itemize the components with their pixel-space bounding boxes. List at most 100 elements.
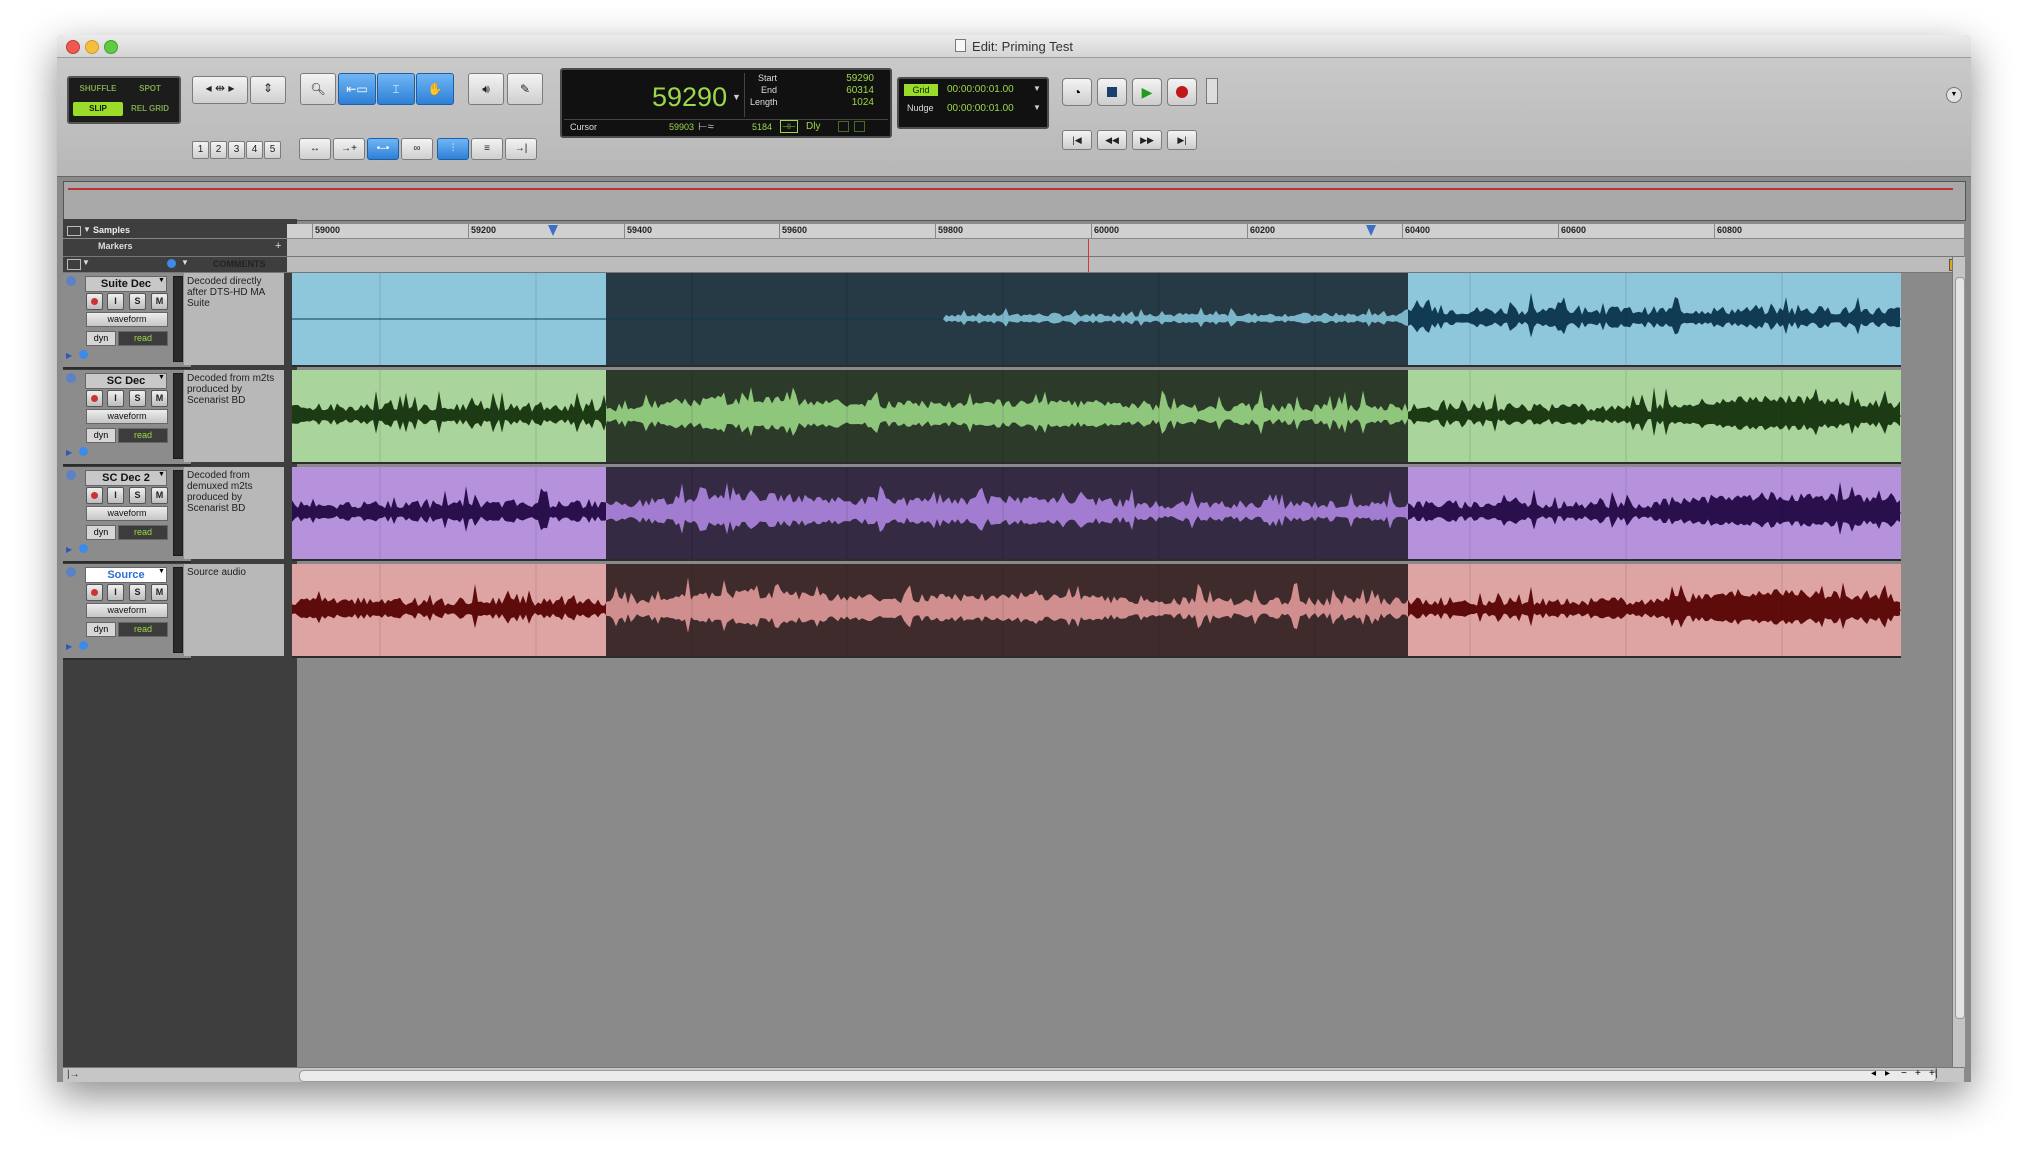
toolbar-menu-button[interactable]: ▼	[1946, 87, 1962, 103]
shuffle-mode[interactable]: SHUFFLE	[73, 82, 123, 96]
dly-label[interactable]: Dly	[806, 121, 820, 132]
nudge-dropdown-icon[interactable]: ▼	[1033, 103, 1041, 112]
scroll-options-button[interactable]: →|	[505, 138, 537, 160]
grid-dropdown-icon[interactable]: ▼	[1033, 84, 1041, 93]
scroll-left-icon[interactable]: ◂	[1871, 1068, 1876, 1079]
selection-marker-icon[interactable]	[1366, 225, 1376, 236]
input-monitor-button[interactable]: I	[107, 390, 124, 407]
horizontal-scrollbar[interactable]: |→ − + ◂ ▸ +|	[63, 1067, 1964, 1082]
go-to-end-button[interactable]: ▶|	[1167, 130, 1197, 150]
track-list-menu-icon[interactable]	[67, 259, 81, 270]
mirror-midi-button[interactable]: ⫶	[437, 138, 469, 160]
markers-ruler[interactable]: Markers +	[63, 239, 1964, 257]
trim-tool[interactable]: ⇤▭	[338, 73, 376, 105]
track-name[interactable]: Suite Dec	[85, 276, 167, 292]
mute-button[interactable]: M	[151, 487, 168, 504]
zoom-out-icon[interactable]: −	[1901, 1068, 1907, 1079]
track-name-dropdown-icon[interactable]: ▼	[158, 568, 165, 575]
scroll-left-edge-icon[interactable]: |→	[67, 1069, 80, 1080]
selector-tool[interactable]: ⌶	[377, 73, 415, 105]
slip-mode[interactable]: SLIP	[73, 102, 123, 116]
track-playlist[interactable]	[292, 273, 1901, 367]
track-comment[interactable]: Decoded directly after DTS-HD MA Suite	[184, 273, 284, 365]
track-expand-icon[interactable]: ▶	[66, 448, 72, 457]
universe-view[interactable]	[63, 181, 1966, 221]
track-playlist[interactable]	[292, 370, 1901, 464]
zoom-preset-1[interactable]: 1	[192, 141, 209, 159]
link-timeline-button[interactable]: →+	[333, 138, 365, 160]
mute-button[interactable]: M	[151, 293, 168, 310]
pencil-tool[interactable]: ✎	[507, 73, 543, 105]
zoomer-tool[interactable]: 🔍︎	[300, 73, 336, 105]
scroll-end-icon[interactable]: +|	[1929, 1068, 1937, 1079]
timebase-icon[interactable]	[79, 641, 88, 650]
solo-button[interactable]: S	[129, 584, 146, 601]
fast-forward-button[interactable]: ▶▶	[1132, 130, 1162, 150]
track-collapse-icon[interactable]	[66, 567, 76, 577]
track-view-select[interactable]: waveform	[86, 506, 168, 521]
track-collapse-icon[interactable]	[66, 373, 76, 383]
mute-button[interactable]: M	[151, 390, 168, 407]
add-marker-icon[interactable]: +	[275, 240, 281, 252]
solo-button[interactable]: S	[129, 487, 146, 504]
track-name-dropdown-icon[interactable]: ▼	[158, 277, 165, 284]
counter-dropdown-icon[interactable]: ▼	[732, 92, 741, 102]
start-value[interactable]: 59290	[806, 73, 874, 84]
dyn-button[interactable]: dyn	[86, 428, 116, 443]
transport-expand-toggle[interactable]	[1206, 78, 1218, 104]
track-name[interactable]: SC Dec 2	[85, 470, 167, 486]
nudge-value[interactable]: 00:00:00:01.00	[947, 103, 1014, 114]
zoom-preset-3[interactable]: 3	[228, 141, 245, 159]
tab-to-transients-button[interactable]: ↔	[299, 138, 331, 160]
track-expand-icon[interactable]: ▶	[66, 642, 72, 651]
timebase-icon[interactable]	[79, 350, 88, 359]
ruler-disclosure-icon[interactable]: ▼	[83, 225, 91, 234]
track-view-select[interactable]: waveform	[86, 312, 168, 327]
track-view-select[interactable]: waveform	[86, 603, 168, 618]
vertical-scrollbar[interactable]	[1952, 257, 1965, 1067]
dyn-button[interactable]: dyn	[86, 622, 116, 637]
track-collapse-icon[interactable]	[66, 470, 76, 480]
track-name-dropdown-icon[interactable]: ▼	[158, 374, 165, 381]
length-value[interactable]: 1024	[806, 97, 874, 108]
play-button[interactable]: ▶	[1132, 78, 1162, 106]
track-playlist[interactable]	[292, 467, 1901, 561]
track-name[interactable]: SC Dec	[85, 373, 167, 389]
end-value[interactable]: 60314	[806, 85, 874, 96]
grid-value[interactable]: 00:00:00:01.00	[947, 84, 1014, 95]
automation-mode-select[interactable]: read	[118, 428, 168, 443]
track-view-select[interactable]: waveform	[86, 409, 168, 424]
spot-mode[interactable]: SPOT	[125, 82, 175, 96]
timebase-dropdown-icon[interactable]: ▼	[181, 258, 189, 267]
zoom-in-icon[interactable]: +	[1915, 1068, 1921, 1079]
track-name[interactable]: Source	[85, 567, 167, 583]
main-counter-value[interactable]: 59290	[652, 82, 727, 113]
delay-comp-icon[interactable]: ⊣⊢	[780, 120, 798, 133]
track-comment[interactable]: Decoded from demuxed m2ts produced by Sc…	[184, 467, 284, 559]
input-monitor-button[interactable]: I	[107, 293, 124, 310]
stop-button[interactable]	[1097, 78, 1127, 106]
record-enable-button[interactable]	[86, 293, 103, 310]
timebase-icon[interactable]	[167, 259, 176, 268]
rtz-button[interactable]: |◀	[1062, 130, 1092, 150]
track-comment[interactable]: Decoded from m2ts produced by Scenarist …	[184, 370, 284, 462]
ruler-menu-icon[interactable]	[67, 226, 81, 236]
scrubber-tool[interactable]: 🔊︎	[468, 73, 504, 105]
link-track-button[interactable]: ∞	[401, 138, 433, 160]
track-name-dropdown-icon[interactable]: ▼	[158, 471, 165, 478]
vertical-scroll-thumb[interactable]	[1955, 277, 1965, 1019]
solo-button[interactable]: S	[129, 390, 146, 407]
zoom-preset-2[interactable]: 2	[210, 141, 227, 159]
automation-mode-select[interactable]: read	[118, 331, 168, 346]
timebase-icon[interactable]	[79, 447, 88, 456]
track-list-disclosure-icon[interactable]: ▼	[82, 258, 90, 267]
zoom-out-h-button[interactable]: ◂ ⇹ ▸	[192, 76, 248, 104]
record-enable-button[interactable]	[86, 390, 103, 407]
record-button[interactable]	[1167, 78, 1197, 106]
mute-button[interactable]: M	[151, 584, 168, 601]
grid-label[interactable]: Grid	[904, 84, 938, 96]
insertion-follows-button[interactable]: ≡	[471, 138, 503, 160]
input-monitor-button[interactable]: I	[107, 487, 124, 504]
grid-mode[interactable]: REL GRID	[125, 102, 175, 116]
rewind-button[interactable]: ◀◀	[1097, 130, 1127, 150]
